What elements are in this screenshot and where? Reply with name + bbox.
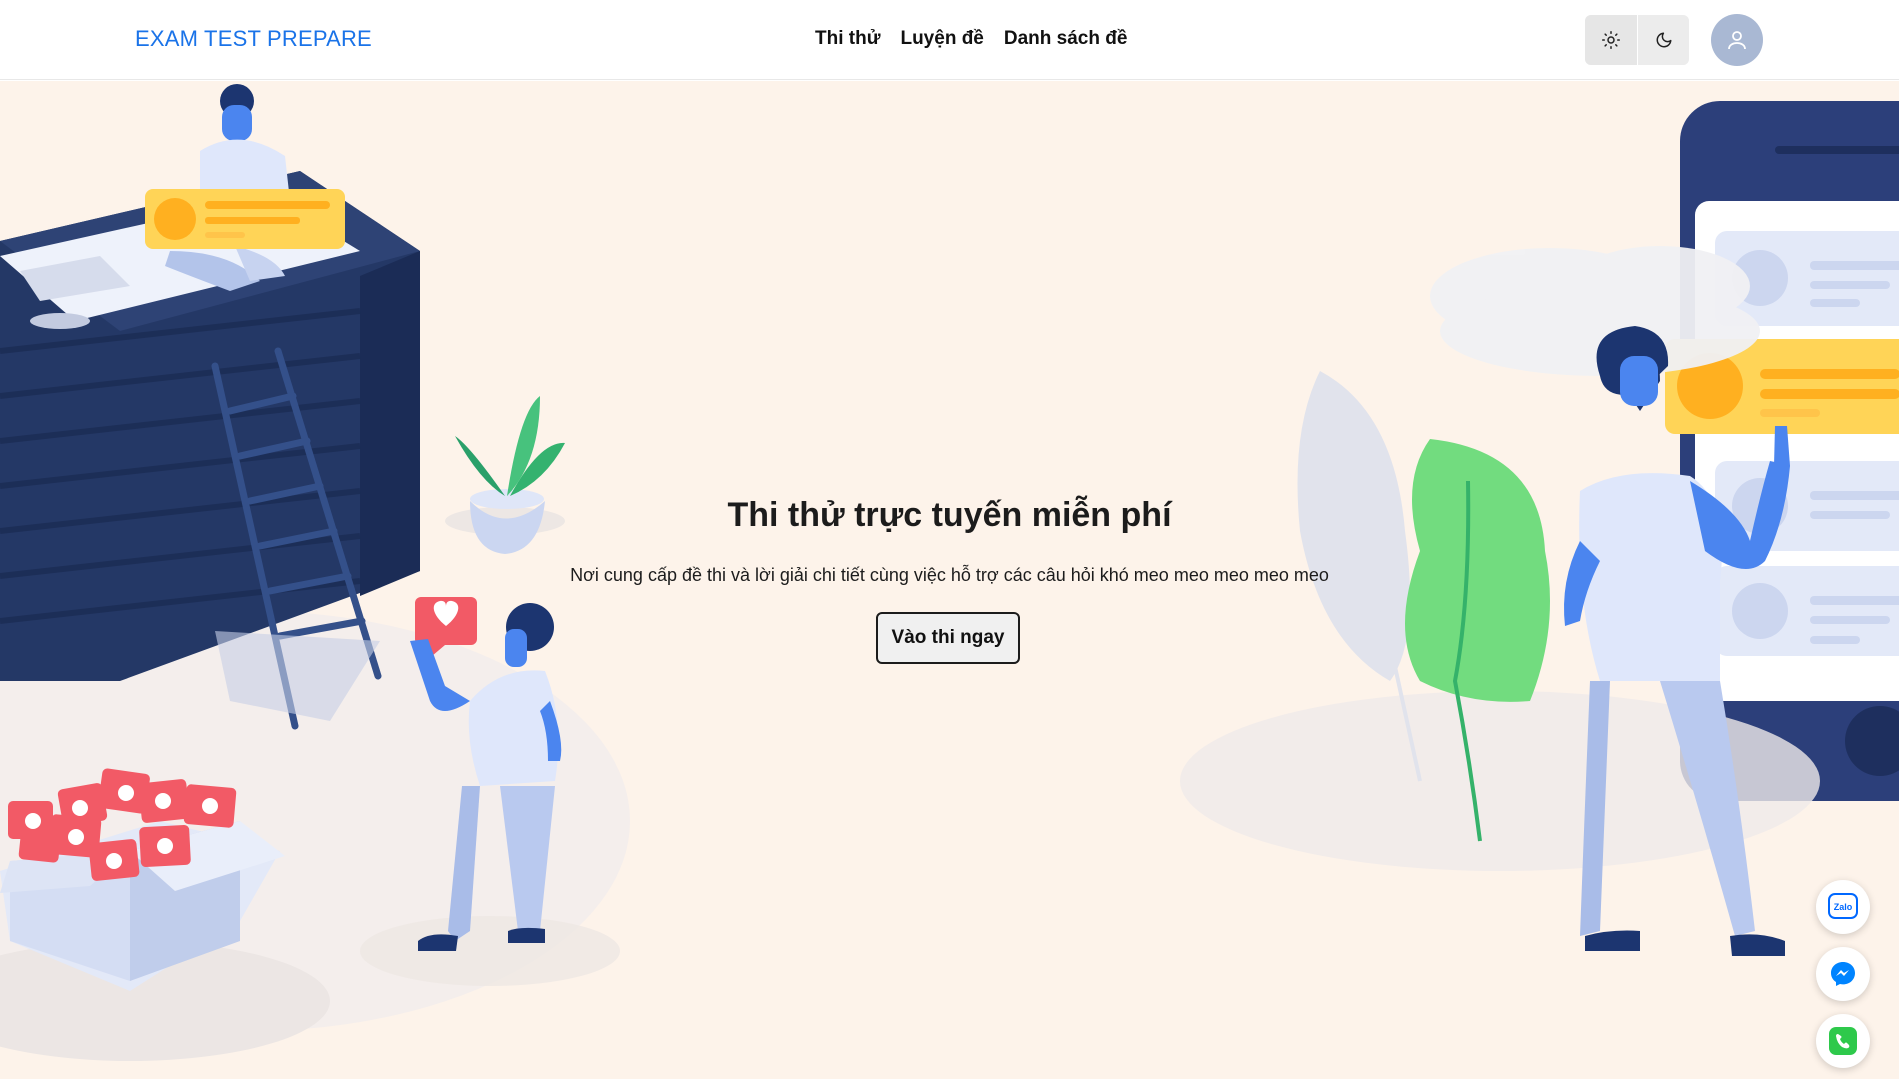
clouds-illustration [1430,246,1760,376]
user-avatar-button[interactable] [1711,14,1763,66]
main-nav: Thi thử Luyện đề Danh sách đề [815,28,1127,50]
dark-theme-button[interactable] [1637,15,1689,65]
sun-icon [1602,31,1620,49]
hero-subtitle: Nơi cung cấp đề thi và lời giải chi tiết… [570,565,1329,585]
messenger-icon [1831,962,1855,986]
phone-icon [1829,1027,1857,1055]
moon-icon [1656,32,1671,48]
light-theme-button[interactable] [1585,15,1637,65]
user-icon [1728,31,1746,50]
nav-item-danh-sach-de[interactable]: Danh sách đề [1004,28,1128,50]
theme-toggle [1585,15,1689,65]
phone-contact-button[interactable] [1816,1014,1870,1068]
svg-text:Zalo: Zalo [1834,902,1853,912]
zalo-contact-button[interactable]: Zalo [1816,880,1870,934]
zalo-icon: Zalo [1828,893,1858,919]
header: EXAM TEST PREPARE Thi thử Luyện đề Danh … [0,0,1899,80]
hero-title: Thi thử trực tuyến miễn phí [727,496,1172,534]
nav-item-luyen-de[interactable]: Luyện đề [900,28,983,50]
brand-logo[interactable]: EXAM TEST PREPARE [135,26,372,52]
messenger-contact-button[interactable] [1816,947,1870,1001]
hero-section: Thi thử trực tuyến miễn phí Nơi cung cấp… [0,81,1899,1079]
start-exam-button[interactable]: Vào thi ngay [876,612,1020,664]
nav-item-thi-thu[interactable]: Thi thử [815,28,880,50]
